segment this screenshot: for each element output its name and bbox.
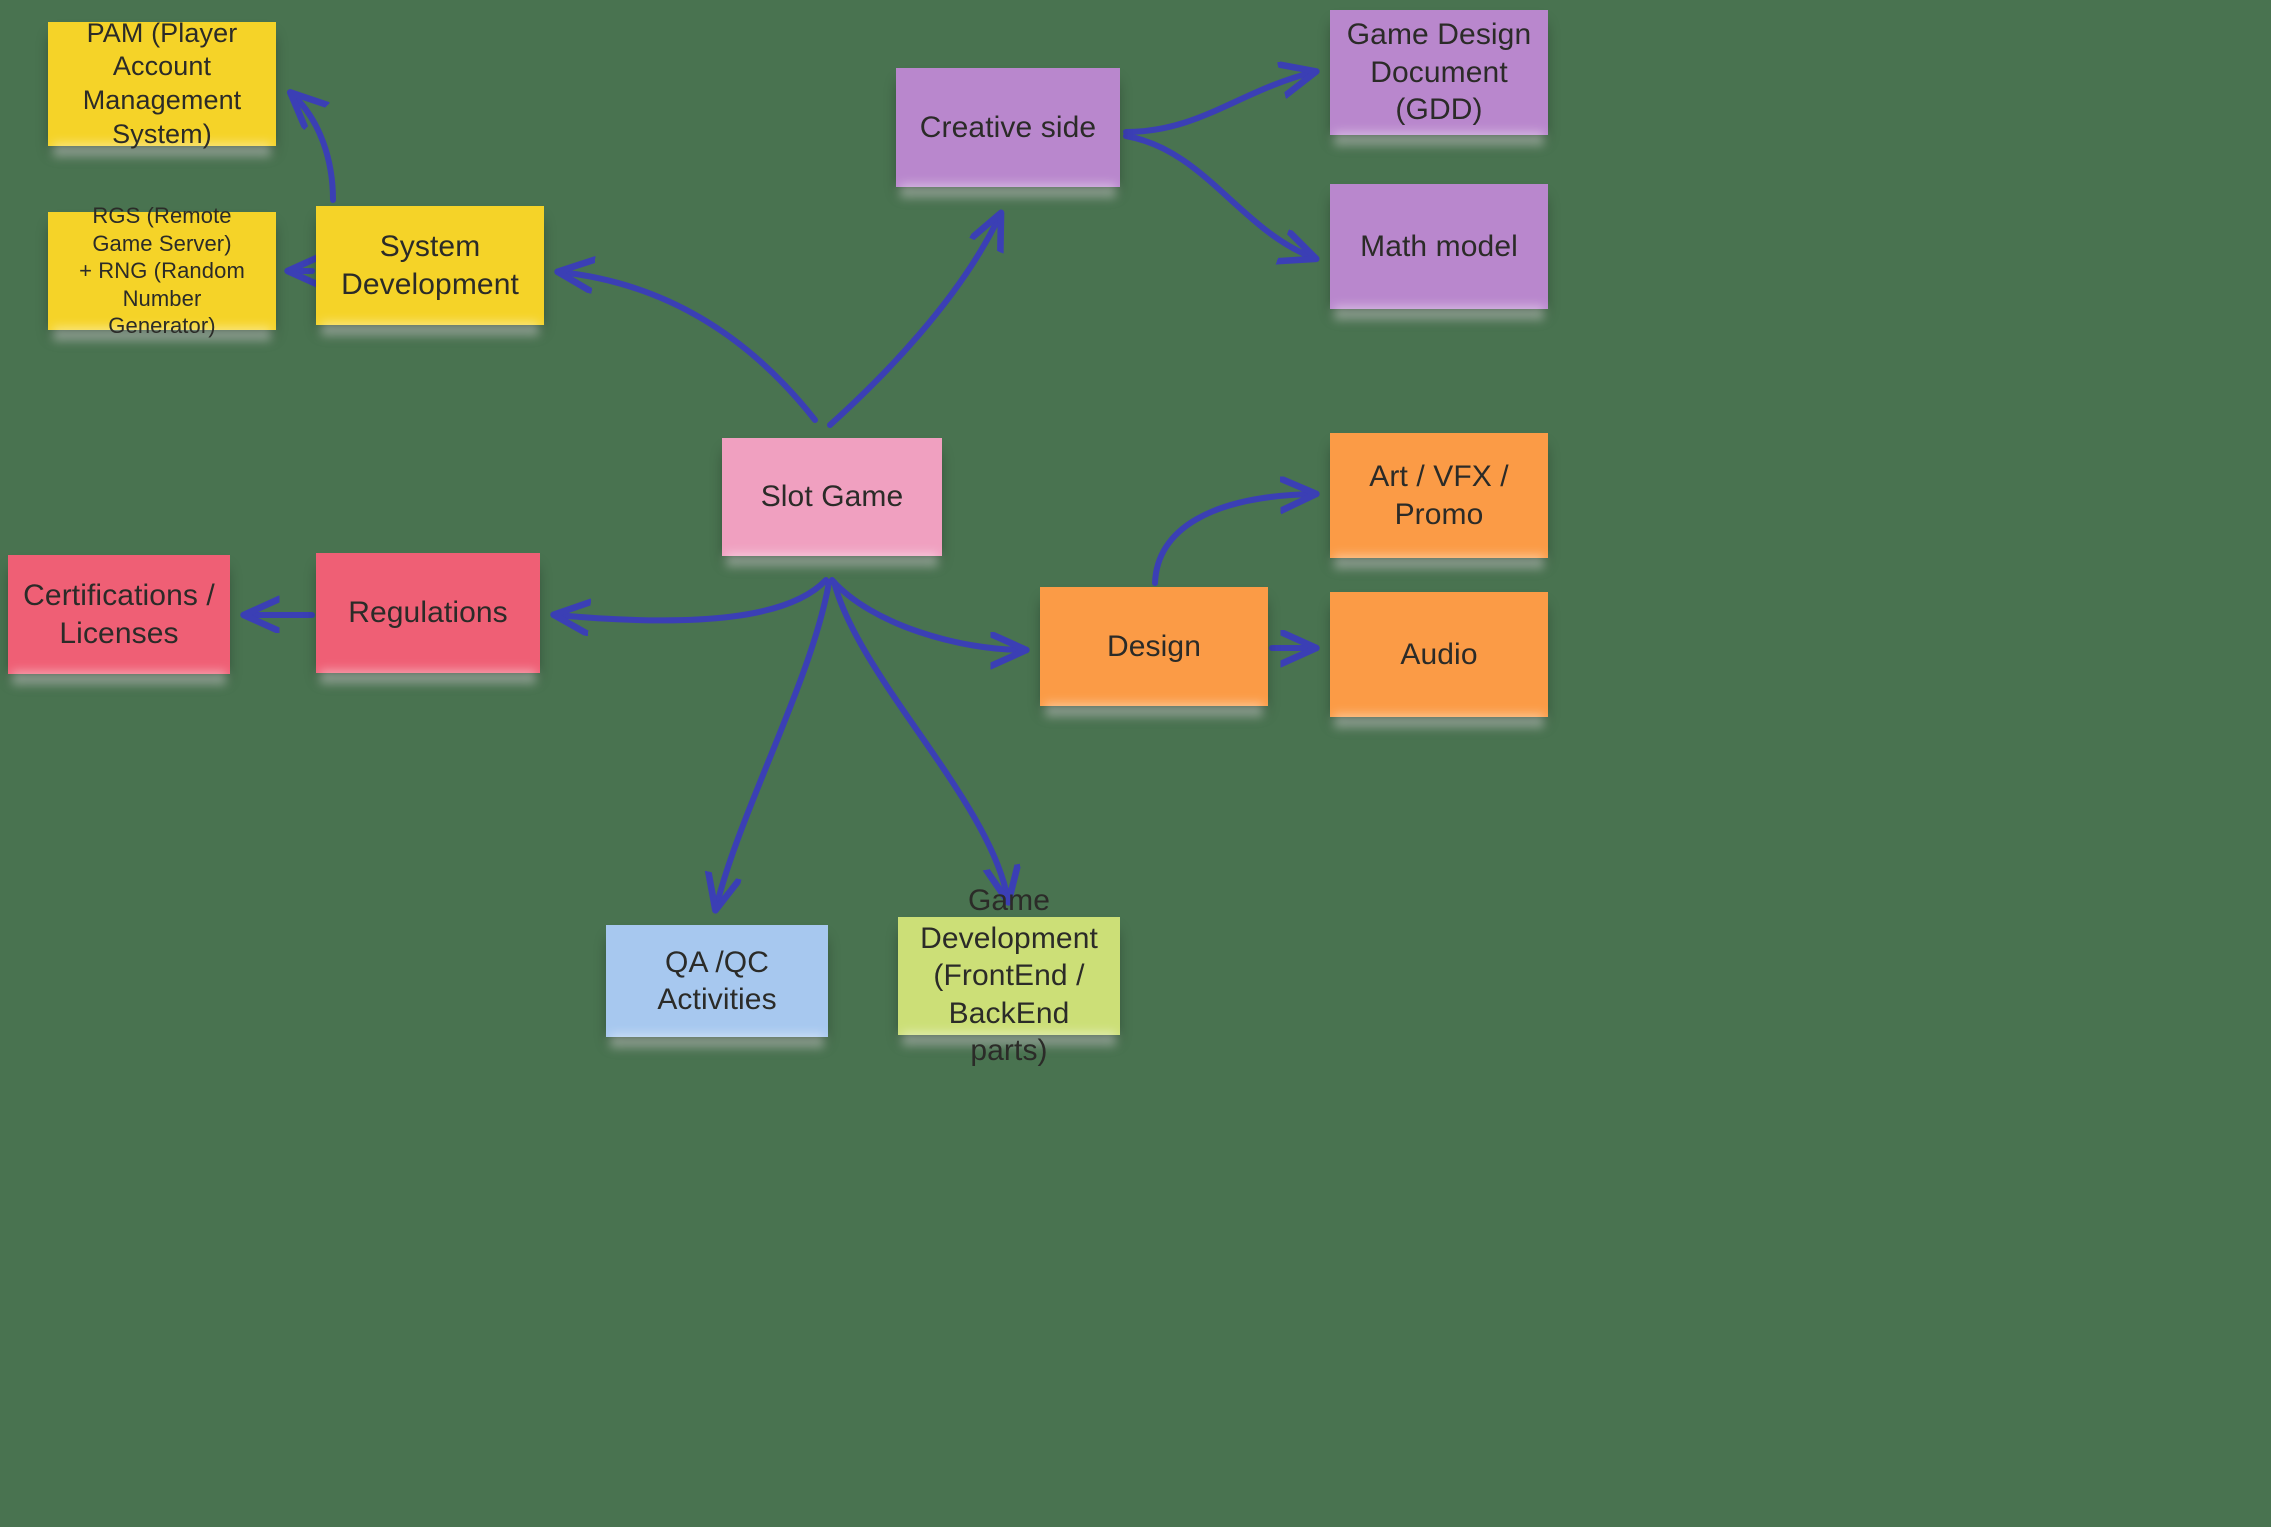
note-game-design-document[interactable]: Game Design Document (GDD) [1330,10,1548,135]
note-slot-game-label: Slot Game [760,480,904,514]
edge-design-artvfx [1152,494,1314,586]
note-art-vfx-promo[interactable]: Art / VFX / Promo [1330,433,1548,558]
note-certifications-licenses[interactable]: Certifications / Licenses [8,555,230,674]
note-audio[interactable]: Audio [1330,592,1548,717]
note-math-model[interactable]: Math model [1330,184,1548,309]
note-slot-game[interactable]: Slot Game [722,438,942,556]
edge-slotgame-regulations [556,577,829,620]
note-system-development[interactable]: System Development [316,206,544,325]
edge-creative-mathmodel [1123,133,1314,258]
note-regulations-label: Regulations [348,596,508,630]
note-art-vfx-promo-label: Art / VFX / Promo [1369,460,1509,531]
note-design[interactable]: Design [1040,587,1268,706]
note-audio-label: Audio [1400,637,1478,671]
edge-slotgame-qa [716,579,832,908]
note-qa-qc-activities[interactable]: QA /QC Activities [606,925,828,1037]
edge-creative-gdd [1123,72,1314,135]
note-creative-side[interactable]: Creative side [896,68,1120,187]
diagram-canvas: PAM (Player Account Management System) R… [0,0,2271,1527]
note-math-model-label: Math model [1360,229,1518,263]
note-design-label: Design [1107,629,1201,663]
note-system-development-label: System Development [341,230,519,301]
edge-slotgame-sysdev [560,272,818,423]
edge-sysdev-pam [292,94,336,203]
note-pam-label: PAM (Player Account Management System) [82,17,242,149]
note-regulations[interactable]: Regulations [316,553,540,673]
note-pam[interactable]: PAM (Player Account Management System) [48,18,276,149]
note-qa-qc-activities-label: QA /QC Activities [657,945,777,1017]
note-game-design-document-label: Game Design Document (GDD) [1346,18,1532,127]
note-creative-side-label: Creative side [919,110,1097,144]
note-rgs-rng[interactable]: RGS (Remote Game Server) + RNG (Random N… [48,203,276,338]
note-game-development-label: Game Development (FrontEnd / BackEnd par… [920,884,1098,1068]
note-rgs-rng-label: RGS (Remote Game Server) + RNG (Random N… [79,203,245,339]
note-game-development[interactable]: Game Development (FrontEnd / BackEnd par… [898,884,1120,1067]
edge-slotgame-gamedev [831,579,1008,900]
edge-slotgame-creative [827,215,1000,428]
edge-slotgame-design [829,577,1024,650]
note-certifications-licenses-label: Certifications / Licenses [23,579,215,650]
